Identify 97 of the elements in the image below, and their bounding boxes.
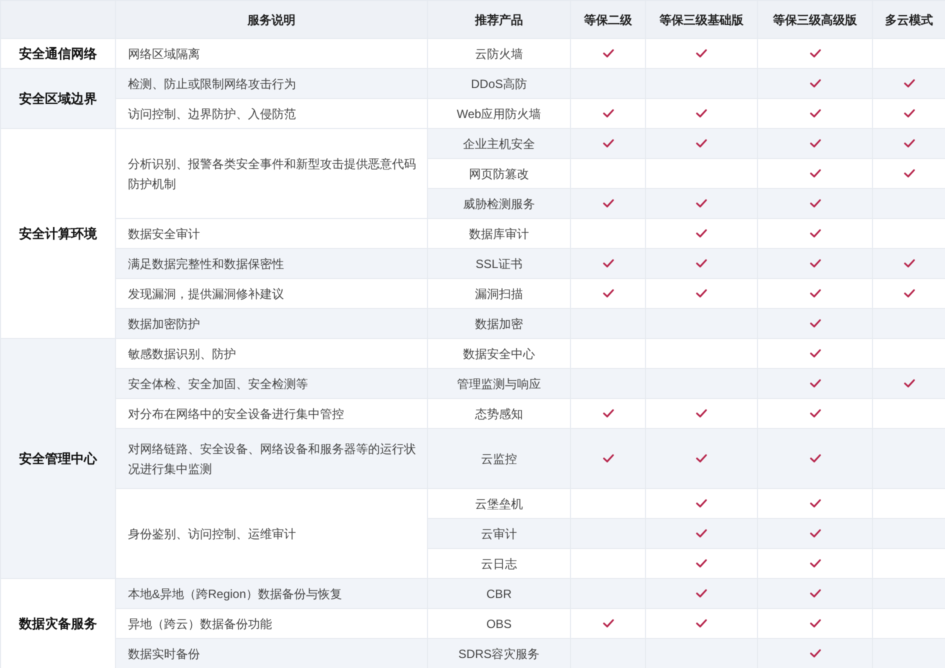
product-cell: 企业主机安全	[428, 128, 570, 158]
column-header: 服务说明	[116, 0, 428, 38]
column-header: 等保二级	[570, 0, 646, 38]
check-icon	[810, 618, 820, 628]
check-icon	[696, 454, 707, 463]
description-cell: 数据安全审计	[116, 218, 428, 248]
check-icon	[602, 454, 614, 463]
check-icon	[696, 558, 707, 568]
product-cell: 云监控	[428, 428, 570, 488]
check-icon	[904, 78, 914, 88]
product-cell: 管理监测与响应	[428, 368, 570, 398]
product-cell: 数据安全中心	[428, 338, 570, 368]
check-icon	[602, 48, 614, 58]
check-icon	[810, 348, 820, 358]
description-cell: 发现漏洞，提供漏洞修补建议	[116, 278, 428, 308]
product-cell: OBS	[428, 608, 570, 638]
description-cell: 身份鉴别、访问控制、运维审计	[116, 488, 428, 578]
check-icon	[904, 378, 914, 388]
check-icon	[602, 618, 614, 628]
check-icon	[602, 258, 614, 268]
product-cell: 云审计	[428, 518, 570, 548]
check-icon	[810, 168, 820, 178]
check-icon	[810, 558, 820, 568]
description-cell: 敏感数据识别、防护	[116, 338, 428, 368]
category-cell: 安全计算环境	[0, 128, 116, 338]
check-icon	[810, 108, 820, 118]
description-cell: 访问控制、边界防护、入侵防范	[116, 98, 428, 128]
category-cell: 安全区域边界	[0, 68, 116, 128]
check-icon	[810, 198, 820, 208]
description-cell: 对分布在网络中的安全设备进行集中管控	[116, 398, 428, 428]
check-icon	[904, 168, 914, 178]
product-cell: 数据加密	[428, 308, 570, 338]
check-icon	[810, 648, 820, 658]
product-cell: 数据库审计	[428, 218, 570, 248]
check-icon	[602, 288, 614, 298]
product-cell: 网页防篡改	[428, 158, 570, 188]
product-cell: SSL证书	[428, 248, 570, 278]
check-icon	[696, 198, 707, 208]
product-cell: CBR	[428, 578, 570, 608]
check-icon	[696, 588, 707, 598]
product-cell: DDoS高防	[428, 68, 570, 98]
product-cell: SDRS容灾服务	[428, 638, 570, 668]
column-header: 多云模式	[872, 0, 945, 38]
description-cell: 数据实时备份	[116, 638, 428, 668]
check-icon	[904, 258, 914, 268]
description-cell: 对网络链路、安全设备、网络设备和服务器等的运行状况进行集中监测	[116, 428, 428, 488]
check-icon	[696, 48, 707, 58]
column-header: 等保三级高级版	[758, 0, 872, 38]
check-icon	[810, 48, 820, 58]
check-icon	[904, 108, 914, 118]
description-cell: 数据加密防护	[116, 308, 428, 338]
category-cell: 安全通信网络	[0, 38, 116, 68]
check-icon	[696, 408, 707, 418]
check-icon	[904, 288, 914, 298]
product-cell: Web应用防火墙	[428, 98, 570, 128]
check-icon	[810, 378, 820, 388]
check-icon	[696, 138, 707, 148]
check-icon	[602, 408, 614, 418]
check-icon	[696, 498, 707, 508]
description-cell: 本地&异地（跨Region）数据备份与恢复	[116, 578, 428, 608]
product-cell: 漏洞扫描	[428, 278, 570, 308]
check-icon	[696, 258, 707, 268]
check-icon	[904, 138, 914, 148]
description-cell: 安全体检、安全加固、安全检测等	[116, 368, 428, 398]
check-icon	[696, 228, 707, 238]
check-icon	[696, 528, 707, 538]
check-icon	[810, 408, 820, 418]
check-icon	[602, 108, 614, 118]
category-cell: 安全管理中心	[0, 338, 116, 578]
description-cell: 满足数据完整性和数据保密性	[116, 248, 428, 278]
check-icon	[810, 318, 820, 328]
product-cell: 态势感知	[428, 398, 570, 428]
product-cell: 云堡垒机	[428, 488, 570, 518]
category-cell: 数据灾备服务	[0, 578, 116, 668]
check-icon	[696, 288, 707, 298]
check-icon	[810, 78, 820, 88]
check-icon	[810, 288, 820, 298]
check-icon	[602, 138, 614, 148]
product-cell: 云防火墙	[428, 38, 570, 68]
product-cell: 云日志	[428, 548, 570, 578]
check-icon	[696, 618, 707, 628]
product-cell: 威胁检测服务	[428, 188, 570, 218]
column-header: 等保三级基础版	[646, 0, 758, 38]
check-icon	[810, 228, 820, 238]
column-header: 推荐产品	[428, 0, 570, 38]
description-cell: 网络区域隔离	[116, 38, 428, 68]
check-icon	[810, 138, 820, 148]
check-icon	[810, 258, 820, 268]
description-cell: 检测、防止或限制网络攻击行为	[116, 68, 428, 98]
check-icon	[810, 498, 820, 508]
description-cell: 异地（跨云）数据备份功能	[116, 608, 428, 638]
check-icon	[810, 588, 820, 598]
check-icon	[696, 108, 707, 118]
check-icon	[602, 198, 614, 208]
check-icon	[810, 528, 820, 538]
check-icon	[810, 454, 820, 463]
description-cell: 分析识别、报警各类安全事件和新型攻击提供恶意代码防护机制	[116, 128, 428, 218]
